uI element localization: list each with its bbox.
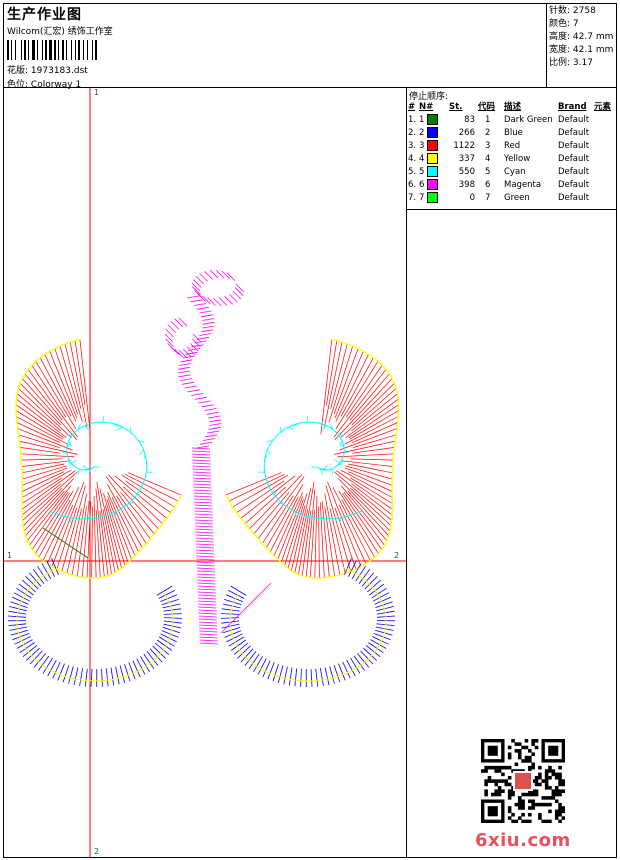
row-stitches: 266 xyxy=(458,128,475,138)
table-row: 5. 5 550 5 Cyan Default xyxy=(408,166,616,179)
row-code: 3 xyxy=(485,141,491,151)
col-header: Brand xyxy=(558,102,587,112)
table-row: 2. 2 266 2 Blue Default xyxy=(408,127,616,140)
row-index: 6. xyxy=(408,180,417,190)
col-header: St. xyxy=(449,102,463,112)
row-code: 2 xyxy=(485,128,491,138)
row-stitches: 337 xyxy=(458,154,475,164)
axis-label-top: 1 xyxy=(94,88,100,97)
table-header-row: # N# St. 代码 描述 Brand 元素 xyxy=(408,101,616,114)
row-needle: 1 xyxy=(419,114,449,127)
row-element xyxy=(594,140,616,153)
col-header: N# xyxy=(419,102,434,112)
color-swatch xyxy=(427,140,439,151)
row-needle: 5 xyxy=(419,166,449,179)
design-label: 花版: xyxy=(7,66,29,76)
page-title: 生产作业图 xyxy=(7,7,82,23)
row-index: 5. xyxy=(408,167,417,177)
table-row: 3. 3 1122 3 Red Default xyxy=(408,140,616,153)
row-element xyxy=(594,192,616,205)
table-row: 7. 7 0 7 Green Default xyxy=(408,192,616,205)
row-brand: Default xyxy=(558,167,590,177)
color-swatch xyxy=(427,192,439,203)
col-header: # xyxy=(408,102,416,112)
row-brand: Default xyxy=(558,115,590,125)
row-description: Green xyxy=(504,193,530,203)
stop-sequence-table: # N# St. 代码 描述 Brand 元素 1. 1 83 1 Dark Gree… xyxy=(408,101,616,205)
row-element xyxy=(594,166,616,179)
header: 生产作业图 Wilcom(汇宏) 绣饰工作室 花版: 1973183.dst 色… xyxy=(3,3,547,90)
company-name: Wilcom(汇宏) 绣饰工作室 xyxy=(7,27,113,37)
axis-label-bottom: 2 xyxy=(94,847,100,856)
table-row: 1. 1 83 1 Dark Green Default xyxy=(408,114,616,127)
row-element xyxy=(594,153,616,166)
col-header: 代码 xyxy=(478,102,496,112)
spec-width: 宽度: 42.1 mm xyxy=(549,45,614,55)
row-description: Red xyxy=(504,141,521,151)
row-description: Magenta xyxy=(504,180,542,190)
color-swatch xyxy=(427,127,439,138)
row-code: 5 xyxy=(485,167,491,177)
row-needle: 6 xyxy=(419,179,449,192)
row-index: 2. xyxy=(408,128,417,138)
row-index: 7. xyxy=(408,193,417,203)
spec-colors: 颜色: 7 xyxy=(549,19,579,29)
row-element xyxy=(594,127,616,140)
table-row: 4. 4 337 4 Yellow Default xyxy=(408,153,616,166)
row-brand: Default xyxy=(558,128,590,138)
row-code: 7 xyxy=(485,193,491,203)
row-description: Yellow xyxy=(504,154,531,164)
table-row: 6. 6 398 6 Magenta Default xyxy=(408,179,616,192)
color-swatch xyxy=(427,179,439,190)
color-swatch xyxy=(427,153,439,164)
row-needle: 7 xyxy=(419,192,449,205)
panel-divider xyxy=(407,209,617,210)
design-value: 1973183.dst xyxy=(30,66,88,76)
spec-scale: 比例: 3.17 xyxy=(549,58,593,68)
specs-box: 针数: 2758 颜色: 7 高度: 42.7 mm 宽度: 42.1 mm 比… xyxy=(547,3,617,88)
spec-height: 高度: 42.7 mm xyxy=(549,32,614,42)
row-brand: Default xyxy=(558,154,590,164)
row-code: 4 xyxy=(485,154,491,164)
color-swatch xyxy=(427,114,439,125)
row-stitches: 550 xyxy=(458,167,475,177)
row-stitches: 1122 xyxy=(453,141,475,151)
row-index: 3. xyxy=(408,141,417,151)
row-needle: 2 xyxy=(419,127,449,140)
row-index: 4. xyxy=(408,154,417,164)
row-brand: Default xyxy=(558,141,590,151)
design-info: 花版: 1973183.dst xyxy=(7,63,88,76)
row-stitches: 0 xyxy=(469,193,475,203)
row-stitches: 83 xyxy=(464,115,475,125)
col-header: 描述 xyxy=(504,102,522,112)
barcode xyxy=(7,40,143,60)
row-brand: Default xyxy=(558,193,590,203)
watermark-logo: 6xiu.com xyxy=(475,830,571,851)
row-description: Cyan xyxy=(504,167,526,177)
color-swatch xyxy=(427,166,439,177)
row-stitches: 398 xyxy=(458,180,475,190)
col-header: 元素 xyxy=(594,102,612,112)
row-description: Dark Green xyxy=(504,115,553,125)
row-element xyxy=(594,114,616,127)
embroidery-canvas: 1 2 1 2 xyxy=(3,88,407,858)
spec-stitches: 针数: 2758 xyxy=(549,6,596,16)
row-brand: Default xyxy=(558,180,590,190)
row-code: 1 xyxy=(485,115,491,125)
row-needle: 4 xyxy=(419,153,449,166)
row-description: Blue xyxy=(504,128,523,138)
row-index: 1. xyxy=(408,115,417,125)
stitch-group xyxy=(7,269,400,688)
row-element xyxy=(594,179,616,192)
row-code: 6 xyxy=(485,180,491,190)
axis-label-left: 1 xyxy=(7,551,13,560)
qr-code xyxy=(481,739,565,823)
axis-label-right: 2 xyxy=(394,551,400,560)
butterfly-design xyxy=(3,88,406,858)
row-needle: 3 xyxy=(419,140,449,153)
